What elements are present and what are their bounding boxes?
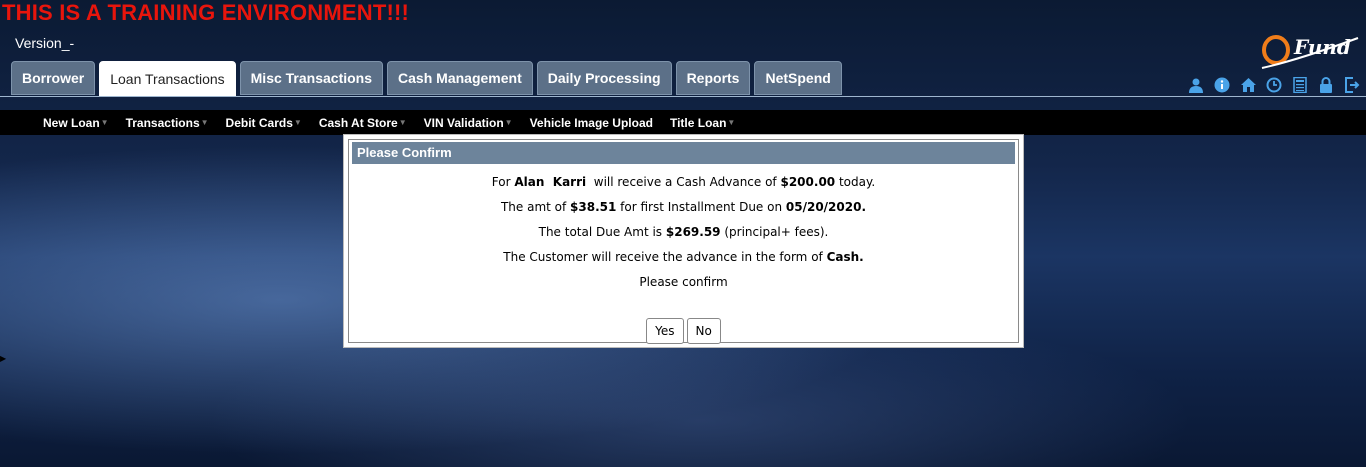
due-date: 05/20/2020. <box>785 200 867 214</box>
no-button[interactable]: No <box>686 318 721 344</box>
info-icon[interactable] <box>1212 75 1232 95</box>
clock-icon[interactable] <box>1264 75 1284 95</box>
tab-netspend[interactable]: NetSpend <box>754 61 842 95</box>
logout-icon[interactable] <box>1342 75 1362 95</box>
dialog-buttons: Yes No <box>349 318 1018 344</box>
caret-down-icon: ▼ <box>293 118 302 127</box>
user-icon[interactable] <box>1186 75 1206 95</box>
yes-button[interactable]: Yes <box>646 318 684 344</box>
subnav-title-loan[interactable]: Title Loan ▼ <box>670 116 735 130</box>
message-please-confirm: Please confirm <box>639 275 728 289</box>
msg-text: The Customer will receive the advance in… <box>503 250 827 264</box>
msg-text: for first Installment Due on <box>616 200 786 214</box>
lock-icon[interactable] <box>1316 75 1336 95</box>
caret-down-icon: ▼ <box>200 118 209 127</box>
version-label: Version_- <box>15 35 75 51</box>
toolbar-icons <box>1186 75 1362 95</box>
subnav-label: Debit Cards <box>225 115 293 130</box>
home-icon[interactable] <box>1238 75 1258 95</box>
calculator-icon[interactable] <box>1290 75 1310 95</box>
subnav-transactions[interactable]: Transactions ▼ <box>126 116 209 130</box>
dialog-title: Please Confirm <box>352 142 1015 164</box>
tab-misc-transactions[interactable]: Misc Transactions <box>239 61 384 95</box>
subnav-vehicle-image-upload[interactable]: Vehicle Image Upload <box>530 116 653 130</box>
caret-down-icon: ▼ <box>100 118 109 127</box>
msg-text: The amt of <box>500 200 571 214</box>
tab-daily-processing[interactable]: Daily Processing <box>536 61 672 95</box>
subnav-new-loan[interactable]: New Loan ▼ <box>43 116 109 130</box>
caret-down-icon: ▼ <box>727 118 736 127</box>
msg-text: The total Due Amt is <box>538 225 666 239</box>
total-due-amount: $269.59 <box>665 225 721 239</box>
confirm-dialog: Please Confirm For Alan Karri will recei… <box>343 134 1024 348</box>
tab-cash-management[interactable]: Cash Management <box>387 61 533 95</box>
caret-down-icon: ▼ <box>398 118 407 127</box>
installment-amount: $38.51 <box>570 200 617 214</box>
subnav-label: Cash At Store <box>318 115 398 130</box>
sub-navigation: New Loan ▼ Transactions ▼ Debit Cards ▼ Cas… <box>0 110 1366 135</box>
customer-name: Alan Karri <box>514 175 587 189</box>
caret-down-icon: ▼ <box>504 118 513 127</box>
subnav-cash-at-store[interactable]: Cash At Store ▼ <box>319 116 407 130</box>
message-line-total: The total Due Amt is $269.59 (principal+… <box>349 225 1018 239</box>
message-line-form: The Customer will receive the advance in… <box>349 250 1018 264</box>
tab-borrower[interactable]: Borrower <box>11 61 96 95</box>
subnav-label: Vehicle Image Upload <box>529 115 653 130</box>
msg-text: (principal+ fees). <box>720 225 829 239</box>
subnav-label: Title Loan <box>669 115 727 130</box>
advance-amount: $200.00 <box>780 175 836 189</box>
dialog-frame: Please Confirm For Alan Karri will recei… <box>348 139 1019 344</box>
qfund-logo: Fund <box>1258 28 1362 72</box>
tab-reports[interactable]: Reports <box>675 61 751 95</box>
subnav-label: Transactions <box>125 115 200 130</box>
subnav-vin-validation[interactable]: VIN Validation ▼ <box>424 116 513 130</box>
subnav-debit-cards[interactable]: Debit Cards ▼ <box>226 116 302 130</box>
subnav-label: VIN Validation <box>423 115 504 130</box>
tab-loan-transactions[interactable]: Loan Transactions <box>99 61 236 97</box>
msg-text: today. <box>835 175 876 189</box>
msg-text: For <box>491 175 515 189</box>
pointer-arrow-icon: ▶ <box>0 354 7 363</box>
logo-text: Fund <box>1293 35 1351 59</box>
message-line-installment: The amt of $38.51 for first Installment … <box>349 200 1018 214</box>
message-line-customer: For Alan Karri will receive a Cash Advan… <box>349 175 1018 189</box>
main-tabs: Borrower Loan Transactions Misc Transact… <box>11 61 842 97</box>
subnav-label: New Loan <box>43 115 100 130</box>
tab-divider <box>0 96 1366 97</box>
advance-form: Cash. <box>826 250 864 264</box>
training-banner: THIS IS A TRAINING ENVIRONMENT!!! <box>2 0 410 25</box>
msg-text: will receive a Cash Advance of <box>586 175 781 189</box>
